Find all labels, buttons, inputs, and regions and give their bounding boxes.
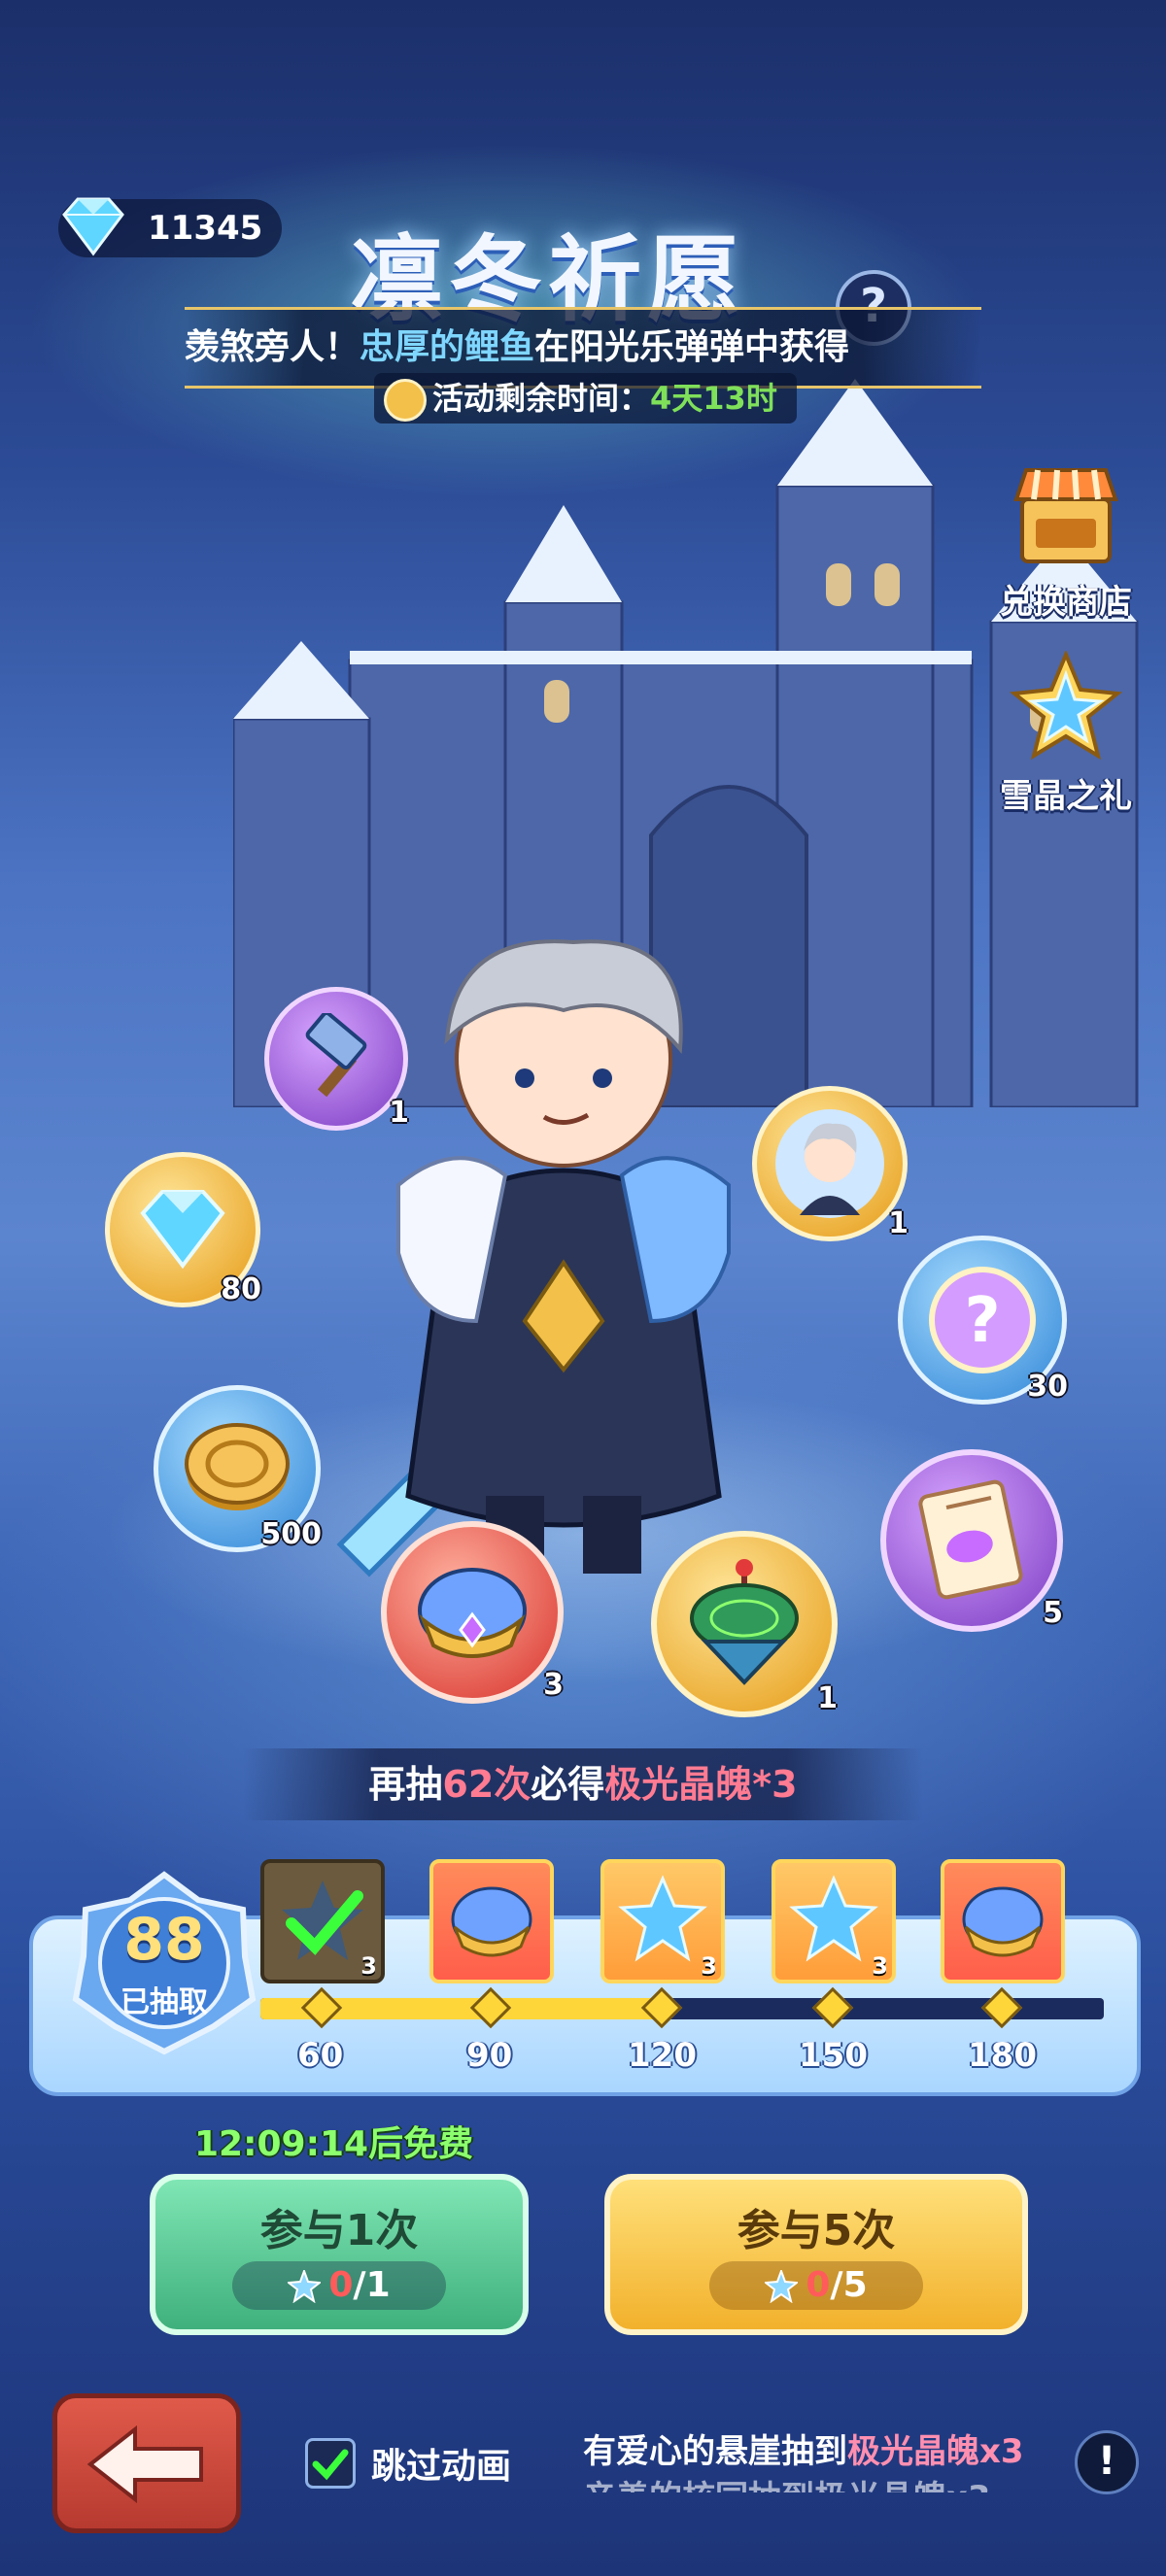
- milestone-reward-60[interactable]: 3: [260, 1859, 385, 1983]
- snow-crystal-icon: [618, 1875, 707, 1962]
- svg-text:?: ?: [964, 1285, 1000, 1357]
- snow-crystal-icon: [765, 2270, 799, 2303]
- milestone-label: 90: [466, 2036, 513, 2075]
- notice-item: 极光晶魄x3: [847, 2432, 1024, 2471]
- crown-orb-icon: [451, 1886, 532, 1957]
- draw-five-label: 参与5次: [737, 2206, 896, 2255]
- reward-diamond[interactable]: 80: [105, 1152, 261, 1307]
- notice-text: 有爱心的悬崖抽到: [583, 2432, 847, 2471]
- draw-once-cost: 0/1: [232, 2261, 446, 2310]
- info-button[interactable]: !: [1075, 2430, 1139, 2494]
- notice-line: 有爱心的悬崖抽到极光晶魄x3: [583, 2428, 1088, 2475]
- milestone-reward-90[interactable]: [429, 1859, 554, 1983]
- milestone-reward-120[interactable]: 3: [600, 1859, 725, 1983]
- spinning-top-icon: [690, 1559, 799, 1685]
- reward-count: 3: [543, 1668, 564, 1702]
- scroll-icon: [918, 1479, 1023, 1600]
- question-icon: ?: [929, 1267, 1036, 1373]
- currency-display: 11345: [58, 197, 282, 257]
- milestone-label: 120: [628, 2036, 697, 2075]
- milestone-reward-180[interactable]: [941, 1859, 1065, 1983]
- skip-animation-checkbox[interactable]: [305, 2438, 356, 2489]
- reward-integral-scroll[interactable]: 5: [880, 1449, 1063, 1632]
- crown-orb-icon: [418, 1568, 527, 1658]
- diamond-icon: [62, 197, 124, 256]
- exchange-shop-label: 兑换商店: [1000, 583, 1132, 622]
- snow-crystal-gift-button[interactable]: 雪晶之礼: [983, 649, 1149, 817]
- broadcast-player: 忠厚的鲤鱼: [360, 327, 535, 367]
- reward-count: 1: [817, 1681, 838, 1715]
- clock-icon: [384, 379, 427, 422]
- back-arrow-icon: [86, 2425, 203, 2503]
- skip-animation-label: 跳过动画: [371, 2447, 512, 2487]
- reward-count: 500: [260, 1517, 322, 1551]
- guarantee-banner: 再抽62次必得极光晶魄*3: [243, 1748, 923, 1820]
- guarantee-item: 极光晶魄*3: [604, 1763, 798, 1806]
- notice-line: 亲善的核园抽到极光晶魄x3: [583, 2475, 1088, 2492]
- diamond-icon: [140, 1190, 225, 1270]
- back-button[interactable]: [52, 2393, 241, 2533]
- draw-five-cost: 0/5: [709, 2261, 923, 2310]
- reward-mystery-box[interactable]: ? 30: [898, 1236, 1068, 1405]
- guarantee-mid: 必得: [531, 1763, 605, 1806]
- reward-count: 80: [221, 1272, 261, 1306]
- currency-amount: 11345: [148, 209, 263, 248]
- drawn-count: 88: [123, 1906, 205, 1974]
- draw-once-label: 参与1次: [259, 2206, 419, 2255]
- timer-label: 活动剩余时间：: [432, 380, 651, 417]
- checkmark-icon: [282, 1881, 363, 1960]
- milestone-label: 150: [799, 2036, 868, 2075]
- cost-have: 0: [806, 2265, 831, 2305]
- checkmark-icon: [312, 2449, 349, 2481]
- hammer-icon: [305, 1013, 367, 1098]
- reward-count: 30: [1027, 1370, 1068, 1404]
- milestone-reward-150[interactable]: 3: [772, 1859, 896, 1983]
- reward-hammer[interactable]: 1: [264, 987, 409, 1131]
- broadcast-suffix: 在阳光乐弹弹中获得: [534, 327, 850, 367]
- guarantee-remaining: 62次: [442, 1763, 532, 1806]
- reward-hero-portrait[interactable]: 1: [752, 1086, 909, 1241]
- drawn-label: 已抽取: [120, 1985, 208, 2019]
- milestone-count: 3: [701, 1952, 717, 1980]
- draw-counter: 88 已抽取: [72, 1871, 257, 2055]
- event-timer: 活动剩余时间：4天13时: [374, 373, 797, 424]
- reward-gold-coin[interactable]: 500: [154, 1385, 322, 1552]
- cost-need: /5: [830, 2265, 868, 2305]
- milestone-count: 3: [360, 1952, 377, 1980]
- cost-have: 0: [328, 2265, 354, 2305]
- draw-once-button[interactable]: 参与1次 0/1: [150, 2174, 529, 2335]
- snow-crystal-gift-label: 雪晶之礼: [1000, 777, 1132, 816]
- draw-notice-feed: 有爱心的悬崖抽到极光晶魄x3 亲善的核园抽到极光晶魄x3: [583, 2428, 1088, 2492]
- snow-crystal-icon: [789, 1875, 878, 1962]
- free-draw-timer: 12:09:14后免费: [194, 2124, 474, 2164]
- milestone-label: 180: [968, 2036, 1037, 2075]
- snow-crystal-icon: [288, 2270, 322, 2303]
- exchange-shop-button[interactable]: 兑换商店: [983, 457, 1149, 623]
- shop-icon: [1013, 468, 1118, 563]
- broadcast-prefix: 羡煞旁人！: [185, 327, 360, 367]
- milestone-label: 60: [297, 2036, 344, 2075]
- cost-need: /1: [353, 2265, 391, 2305]
- snow-crystal-icon: [1009, 649, 1123, 761]
- reward-count: 1: [888, 1206, 909, 1240]
- reward-count: 1: [389, 1096, 409, 1130]
- reward-count: 5: [1043, 1596, 1063, 1630]
- notice-text: 亲善的核园抽到极光晶魄x3: [583, 2479, 991, 2492]
- draw-five-button[interactable]: 参与5次 0/5: [604, 2174, 1028, 2335]
- gold-coin-icon: [185, 1423, 290, 1510]
- reward-spinning-top[interactable]: 1: [651, 1531, 838, 1717]
- guarantee-pre: 再抽: [368, 1763, 443, 1806]
- timer-value: 4天13时: [650, 380, 777, 417]
- hero-portrait-icon: [775, 1109, 884, 1218]
- crown-orb-icon: [962, 1886, 1044, 1957]
- milestone-count: 3: [872, 1952, 888, 1980]
- reward-crown-orb[interactable]: 3: [381, 1521, 564, 1704]
